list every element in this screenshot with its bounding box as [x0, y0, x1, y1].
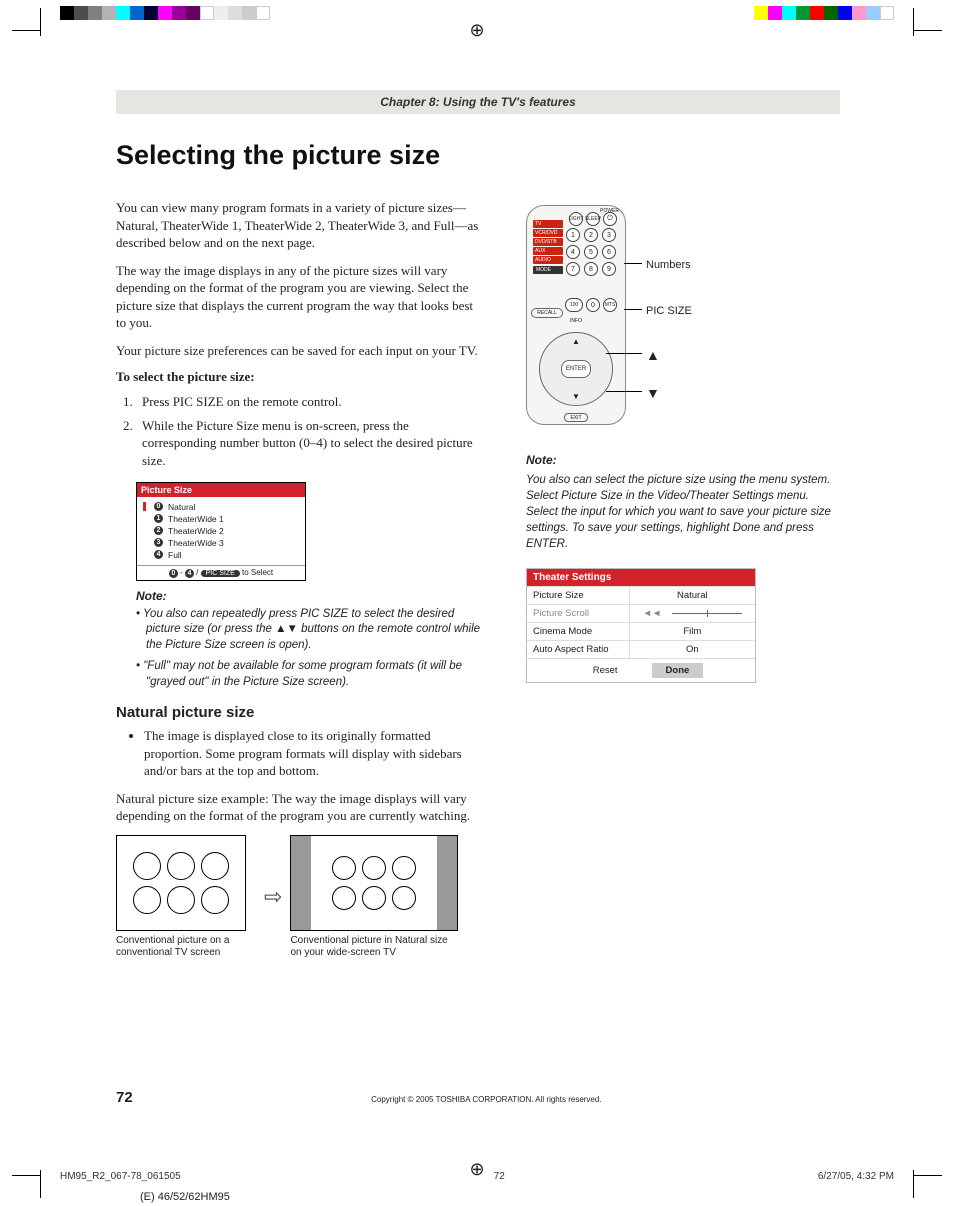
crop-mark: [40, 8, 41, 36]
remote-number-pad: 123 456 789: [566, 228, 617, 276]
right-column: POWER LIGHT SLEEP ⏻ TV VCR/DVD DVD/STB A…: [526, 199, 840, 959]
copyright-text: Copyright © 2005 TOSHIBA CORPORATION. Al…: [371, 1095, 601, 1104]
crop-mark: [914, 30, 942, 31]
slug-date: 6/27/05, 4:32 PM: [818, 1171, 894, 1182]
procedure-heading: To select the picture size:: [116, 369, 486, 385]
diagram-caption: Conventional picture on a conventional T…: [116, 935, 256, 959]
leader-line: [606, 391, 642, 392]
remote-recall-button: RECALL: [531, 308, 563, 318]
intro-para: The way the image displays in any of the…: [116, 262, 486, 332]
leader-line: [606, 353, 642, 354]
conventional-tv-diagram: [116, 835, 246, 931]
osd-label: Full: [168, 550, 182, 560]
bullet-item: The image is displayed close to its orig…: [144, 727, 486, 780]
picture-size-osd: Picture Size 0 Natural 1 TheaterWide 1 2 Th…: [136, 482, 306, 581]
remote-zero-button: 0: [586, 298, 600, 312]
note-heading: Note:: [136, 589, 486, 603]
crop-mark: [40, 1170, 41, 1198]
osd-title: Picture Size: [137, 483, 305, 497]
callout-label: PIC SIZE: [646, 305, 692, 317]
print-slug: HM95_R2_067-78_061505 72 6/27/05, 4:32 P…: [60, 1171, 894, 1182]
sidebar-note: Note: You also can select the picture si…: [526, 453, 840, 552]
remote-enter-button: ENTER: [561, 360, 591, 378]
note-heading: Note:: [526, 453, 840, 467]
crop-mark: [914, 1175, 942, 1176]
intro-para: You can view many program formats in a v…: [116, 199, 486, 252]
note-block: Note: • You also can repeatedly press PI…: [136, 589, 486, 691]
osd-num: 0: [154, 502, 163, 511]
remote-diagram: POWER LIGHT SLEEP ⏻ TV VCR/DVD DVD/STB A…: [526, 205, 840, 425]
remote-dpad: ENTER ▲ ▼: [539, 332, 613, 406]
note-item: • You also can repeatedly press PIC SIZE…: [146, 607, 486, 654]
example-para: Natural picture size example: The way th…: [116, 790, 486, 825]
widescreen-tv-diagram: [290, 835, 458, 931]
printer-color-bar-left: [60, 6, 270, 20]
registration-mark-top: ⊕: [469, 20, 484, 41]
osd-label: TheaterWide 2: [168, 526, 224, 536]
crop-mark: [12, 30, 40, 31]
crop-mark: [913, 8, 914, 36]
slug-page: 72: [494, 1171, 505, 1182]
highlight-bar: [143, 502, 146, 511]
remote-sleep-button: SLEEP: [586, 212, 600, 226]
section-heading: Natural picture size: [116, 704, 486, 721]
leader-line: [624, 309, 642, 310]
down-arrow-icon: ▼: [646, 385, 660, 401]
chapter-header: Chapter 8: Using the TV's features: [116, 90, 840, 114]
osd-num: 2: [154, 526, 163, 535]
remote-info-label: INFO: [570, 318, 582, 324]
theater-settings-osd: Theater Settings Picture SizeNatural Pic…: [526, 568, 756, 683]
remote-light-button: LIGHT: [569, 212, 583, 226]
osd-num: 3: [154, 538, 163, 547]
reset-button: Reset: [579, 663, 632, 678]
osd-footer: 0 - 4 / PIC SIZE to Select: [137, 565, 305, 580]
remote-dash-button: 100: [565, 298, 583, 312]
remote-mts-button: MTS: [603, 298, 617, 312]
crop-mark: [913, 1170, 914, 1198]
remote-input-buttons: TV VCR/DVD DVD/STB AUX AUDIO MODE: [533, 220, 563, 275]
callout-label: Numbers: [646, 259, 691, 271]
diagram-caption: Conventional picture in Natural size on …: [290, 935, 460, 959]
settings-title: Theater Settings: [527, 569, 755, 586]
up-arrow-icon: ▲: [646, 347, 660, 363]
intro-para: Your picture size preferences can be sav…: [116, 342, 486, 360]
leader-line: [624, 263, 642, 264]
note-item: • "Full" may not be available for some p…: [146, 659, 486, 690]
done-button: Done: [652, 663, 704, 678]
slug-model: (E) 46/52/62HM95: [140, 1191, 230, 1203]
osd-label: TheaterWide 1: [168, 514, 224, 524]
crop-mark: [12, 1175, 40, 1176]
remote-exit-button: EXIT: [564, 413, 588, 422]
osd-num: 1: [154, 514, 163, 523]
osd-num: 4: [154, 550, 163, 559]
printer-color-bar-right: [754, 6, 894, 20]
slider: ◄◄: [630, 605, 755, 622]
step-item: Press PIC SIZE on the remote control.: [136, 393, 486, 411]
page-footer: 72 Copyright © 2005 TOSHIBA CORPORATION.…: [116, 1089, 840, 1106]
note-body: You also can select the picture size usi…: [526, 472, 840, 552]
page-number: 72: [116, 1089, 133, 1106]
page-content: Chapter 8: Using the TV's features Selec…: [116, 90, 840, 1110]
osd-label: TheaterWide 3: [168, 538, 224, 548]
osd-label: Natural: [168, 502, 195, 512]
arrow-right-icon: ⇨: [264, 884, 282, 910]
diagram-row: Conventional picture on a conventional T…: [116, 835, 486, 959]
page-title: Selecting the picture size: [116, 140, 840, 171]
left-column: You can view many program formats in a v…: [116, 199, 486, 959]
remote-power-button: ⏻: [603, 212, 617, 226]
step-item: While the Picture Size menu is on-screen…: [136, 417, 486, 470]
slug-file: HM95_R2_067-78_061505: [60, 1171, 181, 1182]
